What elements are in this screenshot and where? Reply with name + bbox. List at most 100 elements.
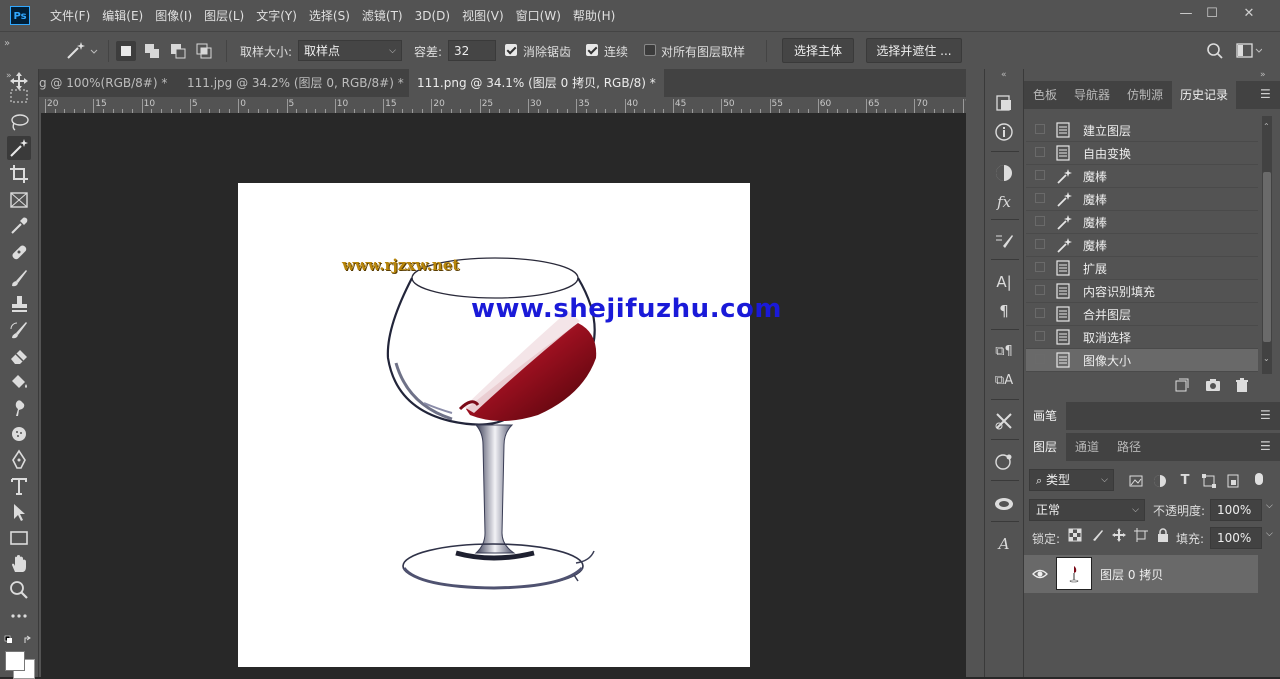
history-scrollbar[interactable]: ⌃ ⌄ [1262,116,1272,374]
fill-input[interactable]: 100% [1210,527,1262,549]
glyphs-icon[interactable]: A [993,533,1015,555]
shape-filter-icon[interactable] [1201,473,1217,489]
subtract-selection-button[interactable] [168,41,188,61]
canvas-vertical-scrollbar[interactable] [966,69,984,677]
brush-tool[interactable] [7,266,31,290]
lock-transparent-icon[interactable] [1068,528,1082,542]
menu-item[interactable]: 滤镜(T) [356,7,409,24]
fill-chevron-icon[interactable]: ⌵ [1266,529,1273,539]
add-selection-button[interactable] [142,41,162,61]
menu-item[interactable]: 图像(I) [149,7,198,24]
scroll-up-icon[interactable]: ⌃ [1263,122,1271,142]
tab-swatches[interactable]: 色板 [1024,81,1066,109]
history-item[interactable]: 内容识别填充 [1026,280,1258,303]
history-item[interactable]: 建立图层 [1026,119,1258,142]
layer-name[interactable]: 图层 0 拷贝 [1100,566,1163,583]
photoshop-logo[interactable]: Ps [10,6,30,25]
tab-document-3[interactable]: 111.png @ 34.1% (图层 0 拷贝, RGB/8) *× [409,69,664,97]
foreground-color-swatch[interactable] [5,651,25,671]
history-source-checkbox[interactable] [1035,239,1045,249]
scroll-down-icon[interactable]: ⌄ [1263,354,1271,364]
crop-tool[interactable] [7,162,31,186]
character-styles-icon[interactable]: ⧉A [993,370,1015,392]
history-item[interactable]: 魔棒 [1026,165,1258,188]
brush-settings-icon[interactable] [993,230,1015,252]
properties-icon[interactable] [993,451,1015,473]
eraser-tool[interactable] [7,344,31,368]
adjustments-icon[interactable] [993,162,1015,184]
new-document-from-state-icon[interactable] [1173,377,1189,393]
layer-thumbnail[interactable] [1056,557,1092,590]
select-subject-button[interactable]: 选择主体 [782,38,854,63]
sample-size-select[interactable]: 取样点 ⌵ [298,40,402,61]
tab-channels[interactable]: 通道 [1066,433,1108,461]
path-selection-tool[interactable] [7,500,31,524]
history-source-checkbox[interactable] [1035,170,1045,180]
history-item[interactable]: 取消选择 [1026,326,1258,349]
tab-document-2[interactable]: 111.jpg @ 34.2% (图层 0, RGB/8#) *× [179,69,409,97]
menu-item[interactable]: 选择(S) [303,7,356,24]
panel-menu-icon[interactable]: ☰ [1260,440,1272,452]
new-selection-button[interactable] [116,41,136,61]
sponge-tool[interactable] [7,422,31,446]
tab-navigator[interactable]: 导航器 [1066,81,1118,109]
tab-document-1[interactable]: g @ 100%(RGB/8#) *× [39,69,174,97]
creative-cloud-icon[interactable] [993,492,1015,514]
frame-tool[interactable] [7,188,31,212]
paint-bucket-tool[interactable] [7,370,31,394]
styles-fx-icon[interactable]: fx [993,191,1015,213]
zoom-tool[interactable] [7,578,31,602]
libraries-icon[interactable] [993,92,1015,114]
pixel-filter-icon[interactable] [1128,473,1144,489]
scroll-thumb[interactable] [1263,172,1271,342]
hand-tool[interactable] [7,552,31,576]
sample-all-layers-checkbox[interactable] [644,44,656,56]
tool-presets-icon[interactable] [993,410,1015,432]
type-tool[interactable] [7,474,31,498]
paragraph-styles-icon[interactable]: ⧉¶ [993,341,1015,363]
opacity-chevron-icon[interactable]: ⌵ [1266,501,1273,511]
history-item[interactable]: 魔棒 [1026,188,1258,211]
history-source-checkbox[interactable] [1035,124,1045,134]
tolerance-input[interactable]: 32 [448,40,496,61]
maximize-button[interactable]: ☐ [1198,4,1226,24]
history-source-checkbox[interactable] [1035,216,1045,226]
lock-all-icon[interactable] [1156,528,1170,542]
layer-row[interactable]: 图层 0 拷贝 [1024,555,1258,593]
panels-collapse-icon[interactable]: » [1260,70,1266,80]
healing-brush-tool[interactable] [7,240,31,264]
menu-item[interactable]: 文字(Y) [250,7,303,24]
character-icon[interactable]: A| [993,271,1015,293]
smart-object-filter-icon[interactable] [1225,473,1241,489]
menu-item[interactable]: 文件(F) [44,7,96,24]
filter-toggle-switch[interactable] [1255,473,1263,485]
tab-brushes[interactable]: 画笔 [1024,402,1066,430]
eye-icon[interactable] [1032,566,1048,582]
history-source-checkbox[interactable] [1035,193,1045,203]
pen-tool[interactable] [7,448,31,472]
antialias-checkbox[interactable] [505,44,517,56]
tab-history[interactable]: 历史记录 [1172,81,1236,109]
layer-filter-select[interactable]: ⌕ 类型 ⌵ [1029,469,1114,491]
collapse-icon[interactable]: » [4,38,10,49]
search-button[interactable] [1206,42,1224,60]
menu-item[interactable]: 图层(L) [198,7,250,24]
history-source-checkbox[interactable] [1035,354,1045,364]
adjustment-filter-icon[interactable] [1152,473,1168,489]
panel-menu-icon[interactable]: ☰ [1260,409,1272,421]
tab-paths[interactable]: 路径 [1108,433,1150,461]
paragraph-icon[interactable]: ¶ [993,300,1015,322]
menu-item[interactable]: 3D(D) [409,9,456,23]
history-item[interactable]: 魔棒 [1026,234,1258,257]
menu-item[interactable]: 帮助(H) [567,7,621,24]
magic-wand-tool[interactable] [7,136,31,160]
lock-pixels-brush-icon[interactable] [1090,528,1104,542]
trash-icon[interactable] [1234,377,1250,393]
document-canvas[interactable]: www.rjzxw.net www.shejifuzhu.com [238,183,750,667]
menu-item[interactable]: 窗口(W) [510,7,567,24]
color-swap-controls[interactable] [4,635,34,647]
history-source-checkbox[interactable] [1035,331,1045,341]
lock-artboard-icon[interactable] [1134,528,1148,542]
more-tools-button[interactable] [7,604,31,628]
rectangle-tool[interactable] [7,526,31,550]
